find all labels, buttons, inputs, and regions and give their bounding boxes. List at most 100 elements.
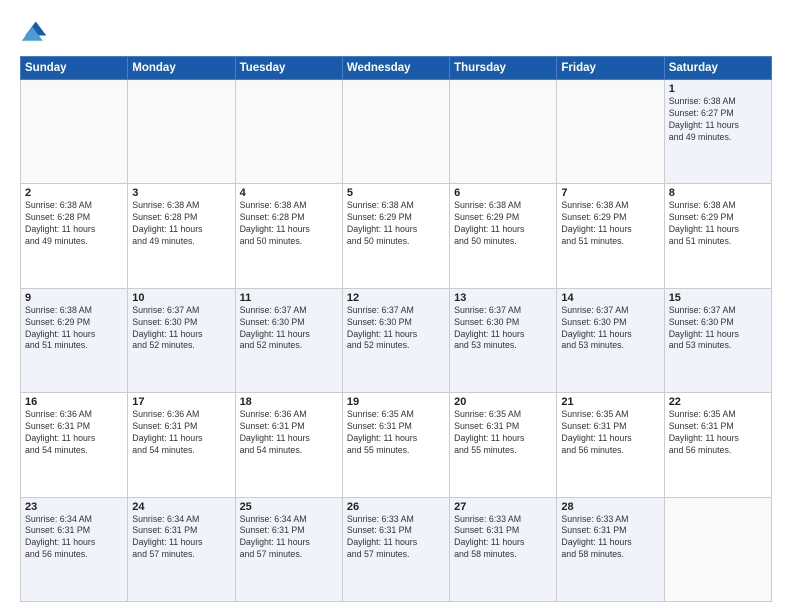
day-number: 17 — [132, 396, 230, 408]
day-info: Sunrise: 6:36 AM Sunset: 6:31 PM Dayligh… — [240, 409, 338, 457]
calendar-cell — [450, 80, 557, 184]
calendar-cell: 11Sunrise: 6:37 AM Sunset: 6:30 PM Dayli… — [235, 288, 342, 392]
col-header-sunday: Sunday — [21, 57, 128, 80]
day-number: 15 — [669, 292, 767, 304]
day-number: 14 — [561, 292, 659, 304]
calendar-cell: 14Sunrise: 6:37 AM Sunset: 6:30 PM Dayli… — [557, 288, 664, 392]
calendar-cell: 26Sunrise: 6:33 AM Sunset: 6:31 PM Dayli… — [342, 497, 449, 601]
day-info: Sunrise: 6:33 AM Sunset: 6:31 PM Dayligh… — [347, 514, 445, 562]
calendar-cell: 18Sunrise: 6:36 AM Sunset: 6:31 PM Dayli… — [235, 393, 342, 497]
calendar-cell: 24Sunrise: 6:34 AM Sunset: 6:31 PM Dayli… — [128, 497, 235, 601]
calendar-cell — [664, 497, 771, 601]
calendar-cell: 23Sunrise: 6:34 AM Sunset: 6:31 PM Dayli… — [21, 497, 128, 601]
calendar-table: SundayMondayTuesdayWednesdayThursdayFrid… — [20, 56, 772, 602]
calendar-cell — [128, 80, 235, 184]
day-number: 9 — [25, 292, 123, 304]
calendar-cell: 9Sunrise: 6:38 AM Sunset: 6:29 PM Daylig… — [21, 288, 128, 392]
day-info: Sunrise: 6:35 AM Sunset: 6:31 PM Dayligh… — [561, 409, 659, 457]
day-info: Sunrise: 6:38 AM Sunset: 6:29 PM Dayligh… — [454, 200, 552, 248]
calendar-cell — [21, 80, 128, 184]
day-number: 6 — [454, 187, 552, 199]
day-number: 7 — [561, 187, 659, 199]
calendar-cell: 10Sunrise: 6:37 AM Sunset: 6:30 PM Dayli… — [128, 288, 235, 392]
day-number: 12 — [347, 292, 445, 304]
day-number: 10 — [132, 292, 230, 304]
calendar-cell: 25Sunrise: 6:34 AM Sunset: 6:31 PM Dayli… — [235, 497, 342, 601]
calendar-week-2: 2Sunrise: 6:38 AM Sunset: 6:28 PM Daylig… — [21, 184, 772, 288]
day-info: Sunrise: 6:37 AM Sunset: 6:30 PM Dayligh… — [240, 305, 338, 353]
calendar-cell: 28Sunrise: 6:33 AM Sunset: 6:31 PM Dayli… — [557, 497, 664, 601]
day-info: Sunrise: 6:38 AM Sunset: 6:28 PM Dayligh… — [240, 200, 338, 248]
calendar-cell: 21Sunrise: 6:35 AM Sunset: 6:31 PM Dayli… — [557, 393, 664, 497]
day-info: Sunrise: 6:38 AM Sunset: 6:28 PM Dayligh… — [132, 200, 230, 248]
calendar-cell — [557, 80, 664, 184]
calendar-cell: 12Sunrise: 6:37 AM Sunset: 6:30 PM Dayli… — [342, 288, 449, 392]
col-header-friday: Friday — [557, 57, 664, 80]
logo — [20, 18, 52, 46]
day-info: Sunrise: 6:38 AM Sunset: 6:29 PM Dayligh… — [25, 305, 123, 353]
calendar-week-4: 16Sunrise: 6:36 AM Sunset: 6:31 PM Dayli… — [21, 393, 772, 497]
day-info: Sunrise: 6:36 AM Sunset: 6:31 PM Dayligh… — [132, 409, 230, 457]
day-info: Sunrise: 6:38 AM Sunset: 6:29 PM Dayligh… — [561, 200, 659, 248]
calendar-week-5: 23Sunrise: 6:34 AM Sunset: 6:31 PM Dayli… — [21, 497, 772, 601]
calendar-cell: 2Sunrise: 6:38 AM Sunset: 6:28 PM Daylig… — [21, 184, 128, 288]
day-info: Sunrise: 6:33 AM Sunset: 6:31 PM Dayligh… — [454, 514, 552, 562]
day-number: 20 — [454, 396, 552, 408]
day-info: Sunrise: 6:34 AM Sunset: 6:31 PM Dayligh… — [240, 514, 338, 562]
day-number: 1 — [669, 83, 767, 95]
calendar-header-row: SundayMondayTuesdayWednesdayThursdayFrid… — [21, 57, 772, 80]
calendar-cell — [235, 80, 342, 184]
day-info: Sunrise: 6:38 AM Sunset: 6:27 PM Dayligh… — [669, 96, 767, 144]
calendar-cell: 8Sunrise: 6:38 AM Sunset: 6:29 PM Daylig… — [664, 184, 771, 288]
col-header-monday: Monday — [128, 57, 235, 80]
day-info: Sunrise: 6:37 AM Sunset: 6:30 PM Dayligh… — [347, 305, 445, 353]
calendar-cell: 17Sunrise: 6:36 AM Sunset: 6:31 PM Dayli… — [128, 393, 235, 497]
calendar-week-1: 1Sunrise: 6:38 AM Sunset: 6:27 PM Daylig… — [21, 80, 772, 184]
calendar-cell: 16Sunrise: 6:36 AM Sunset: 6:31 PM Dayli… — [21, 393, 128, 497]
day-number: 3 — [132, 187, 230, 199]
calendar-cell: 6Sunrise: 6:38 AM Sunset: 6:29 PM Daylig… — [450, 184, 557, 288]
calendar-cell: 5Sunrise: 6:38 AM Sunset: 6:29 PM Daylig… — [342, 184, 449, 288]
day-number: 24 — [132, 501, 230, 513]
day-number: 28 — [561, 501, 659, 513]
day-info: Sunrise: 6:36 AM Sunset: 6:31 PM Dayligh… — [25, 409, 123, 457]
day-number: 11 — [240, 292, 338, 304]
day-number: 8 — [669, 187, 767, 199]
day-info: Sunrise: 6:37 AM Sunset: 6:30 PM Dayligh… — [454, 305, 552, 353]
day-number: 18 — [240, 396, 338, 408]
day-info: Sunrise: 6:37 AM Sunset: 6:30 PM Dayligh… — [669, 305, 767, 353]
day-info: Sunrise: 6:38 AM Sunset: 6:29 PM Dayligh… — [347, 200, 445, 248]
calendar-cell — [342, 80, 449, 184]
calendar-cell: 15Sunrise: 6:37 AM Sunset: 6:30 PM Dayli… — [664, 288, 771, 392]
day-number: 21 — [561, 396, 659, 408]
calendar-cell: 22Sunrise: 6:35 AM Sunset: 6:31 PM Dayli… — [664, 393, 771, 497]
calendar-week-3: 9Sunrise: 6:38 AM Sunset: 6:29 PM Daylig… — [21, 288, 772, 392]
day-info: Sunrise: 6:35 AM Sunset: 6:31 PM Dayligh… — [669, 409, 767, 457]
day-number: 23 — [25, 501, 123, 513]
calendar-cell: 3Sunrise: 6:38 AM Sunset: 6:28 PM Daylig… — [128, 184, 235, 288]
calendar-cell: 27Sunrise: 6:33 AM Sunset: 6:31 PM Dayli… — [450, 497, 557, 601]
day-number: 25 — [240, 501, 338, 513]
day-number: 19 — [347, 396, 445, 408]
day-info: Sunrise: 6:35 AM Sunset: 6:31 PM Dayligh… — [347, 409, 445, 457]
day-info: Sunrise: 6:38 AM Sunset: 6:28 PM Dayligh… — [25, 200, 123, 248]
calendar-cell: 13Sunrise: 6:37 AM Sunset: 6:30 PM Dayli… — [450, 288, 557, 392]
calendar-cell: 20Sunrise: 6:35 AM Sunset: 6:31 PM Dayli… — [450, 393, 557, 497]
day-number: 27 — [454, 501, 552, 513]
calendar-cell: 1Sunrise: 6:38 AM Sunset: 6:27 PM Daylig… — [664, 80, 771, 184]
day-number: 4 — [240, 187, 338, 199]
day-number: 13 — [454, 292, 552, 304]
calendar-cell: 4Sunrise: 6:38 AM Sunset: 6:28 PM Daylig… — [235, 184, 342, 288]
calendar-cell: 19Sunrise: 6:35 AM Sunset: 6:31 PM Dayli… — [342, 393, 449, 497]
col-header-tuesday: Tuesday — [235, 57, 342, 80]
day-number: 2 — [25, 187, 123, 199]
day-info: Sunrise: 6:37 AM Sunset: 6:30 PM Dayligh… — [132, 305, 230, 353]
header — [20, 18, 772, 46]
day-info: Sunrise: 6:38 AM Sunset: 6:29 PM Dayligh… — [669, 200, 767, 248]
day-number: 26 — [347, 501, 445, 513]
calendar-cell: 7Sunrise: 6:38 AM Sunset: 6:29 PM Daylig… — [557, 184, 664, 288]
logo-icon — [20, 18, 48, 46]
day-info: Sunrise: 6:34 AM Sunset: 6:31 PM Dayligh… — [132, 514, 230, 562]
day-number: 22 — [669, 396, 767, 408]
day-info: Sunrise: 6:34 AM Sunset: 6:31 PM Dayligh… — [25, 514, 123, 562]
